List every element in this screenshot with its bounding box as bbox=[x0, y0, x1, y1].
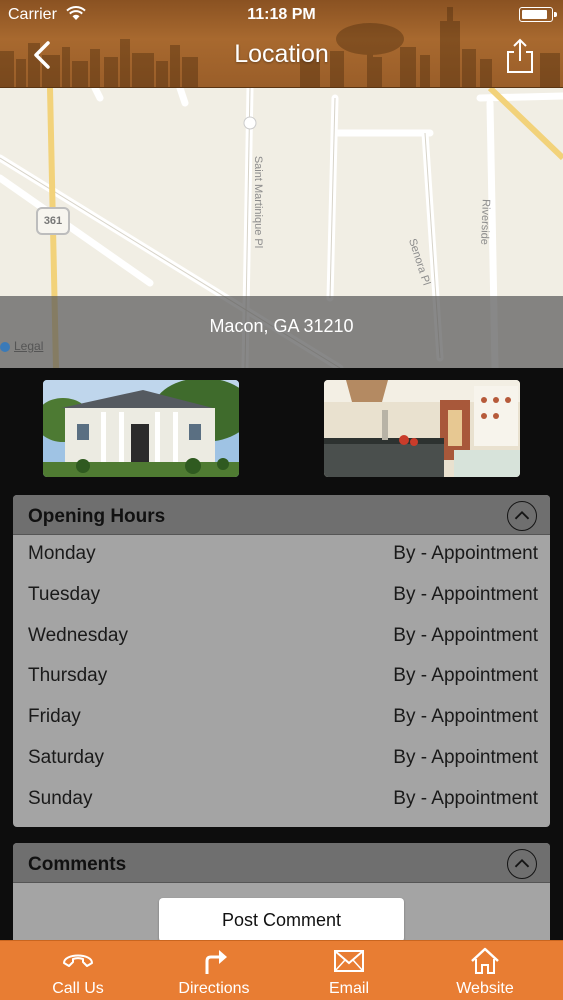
tab-call-us[interactable]: Call Us bbox=[8, 941, 148, 1000]
tab-directions[interactable]: Directions bbox=[144, 941, 284, 1000]
comments-header[interactable]: Comments bbox=[13, 843, 550, 883]
hours-row: Sunday By - Appointment bbox=[13, 780, 550, 821]
hours-value: By - Appointment bbox=[393, 787, 538, 809]
chevron-up-circle-icon[interactable] bbox=[507, 849, 537, 879]
envelope-icon bbox=[334, 950, 364, 972]
tab-email[interactable]: Email bbox=[279, 941, 419, 1000]
day-label: Tuesday bbox=[28, 583, 101, 605]
opening-hours-title: Opening Hours bbox=[28, 506, 166, 527]
hours-row: Wednesday By - Appointment bbox=[13, 617, 550, 658]
directions-arrow-icon bbox=[205, 950, 227, 974]
comments-title: Comments bbox=[28, 854, 127, 875]
kitchen-interior-image bbox=[324, 380, 520, 477]
hours-value: By - Appointment bbox=[393, 583, 538, 605]
opening-hours-panel: Opening Hours Monday By - Appointment Tue… bbox=[13, 495, 550, 827]
hours-row: Thursday By - Appointment bbox=[13, 657, 550, 698]
address-label: Macon, GA 31210 bbox=[209, 316, 354, 336]
hours-row: Monday By - Appointment bbox=[13, 535, 550, 576]
house-exterior-photo[interactable] bbox=[43, 380, 239, 477]
home-icon bbox=[471, 947, 499, 974]
battery-level bbox=[522, 10, 547, 19]
hours-row: Saturday By - Appointment bbox=[13, 739, 550, 780]
kitchen-interior-photo[interactable] bbox=[324, 380, 520, 477]
chevron-up-circle-icon[interactable] bbox=[507, 501, 537, 531]
page-title: Location bbox=[234, 40, 329, 68]
day-label: Saturday bbox=[28, 746, 105, 768]
hours-value: By - Appointment bbox=[393, 746, 538, 768]
hours-value: By - Appointment bbox=[393, 543, 538, 564]
phone-icon bbox=[63, 954, 93, 967]
status-bar: Carrier 11:18 PM bbox=[0, 0, 563, 30]
tab-label: Directions bbox=[178, 980, 250, 997]
day-label: Monday bbox=[28, 543, 96, 564]
bottom-tab-bar: Call Us Directions Email Website bbox=[0, 940, 563, 1000]
day-label: Friday bbox=[28, 706, 81, 728]
route-shield: 361 bbox=[36, 207, 70, 235]
battery-icon bbox=[519, 7, 557, 22]
map-location-dot bbox=[0, 342, 10, 352]
address-overlay: Macon, GA 31210 bbox=[0, 296, 563, 368]
post-comment-button[interactable]: Post Comment bbox=[159, 898, 404, 942]
day-label: Sunday bbox=[28, 787, 93, 809]
share-icon[interactable] bbox=[505, 38, 535, 74]
hours-value: By - Appointment bbox=[393, 665, 538, 687]
house-exterior-image bbox=[43, 380, 239, 477]
tab-label: Email bbox=[328, 980, 369, 997]
legal-link[interactable]: Legal bbox=[14, 339, 43, 353]
clock-time: 11:18 PM bbox=[247, 6, 316, 23]
day-label: Thursday bbox=[28, 665, 108, 687]
hours-row: Friday By - Appointment bbox=[13, 698, 550, 739]
hours-value: By - Appointment bbox=[393, 706, 538, 728]
tab-website[interactable]: Website bbox=[415, 941, 555, 1000]
tab-label: Call Us bbox=[52, 980, 104, 997]
opening-hours-header[interactable]: Opening Hours bbox=[13, 495, 550, 535]
tab-label: Website bbox=[456, 980, 514, 997]
nav-header: Carrier 11:18 PM Location bbox=[0, 0, 563, 88]
street-label: Riverside bbox=[478, 198, 492, 246]
hours-row: Tuesday By - Appointment bbox=[13, 576, 550, 617]
location-map[interactable]: 361 Saint Martinique Pl Senora Pl Rivers… bbox=[0, 88, 563, 368]
day-label: Wednesday bbox=[28, 624, 128, 646]
hours-value: By - Appointment bbox=[393, 624, 538, 646]
street-label: Saint Martinique Pl bbox=[252, 155, 265, 249]
